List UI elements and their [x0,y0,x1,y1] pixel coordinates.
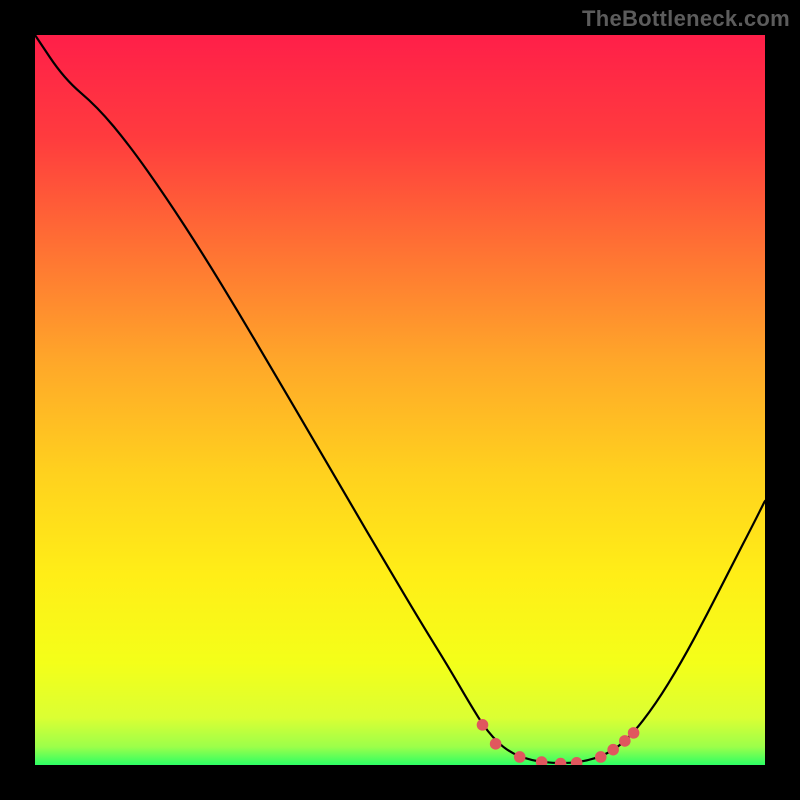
marker-dot [595,751,607,763]
plot-area [35,35,765,765]
marker-dot [490,738,502,750]
marker-dot [607,744,619,756]
chart-frame: TheBottleneck.com [0,0,800,800]
watermark-text: TheBottleneck.com [582,6,790,32]
marker-dot [628,727,640,739]
gradient-background [35,35,765,765]
marker-dot [477,719,489,731]
marker-dot [619,735,631,747]
bottleneck-chart-svg [35,35,765,765]
marker-dot [514,751,526,763]
